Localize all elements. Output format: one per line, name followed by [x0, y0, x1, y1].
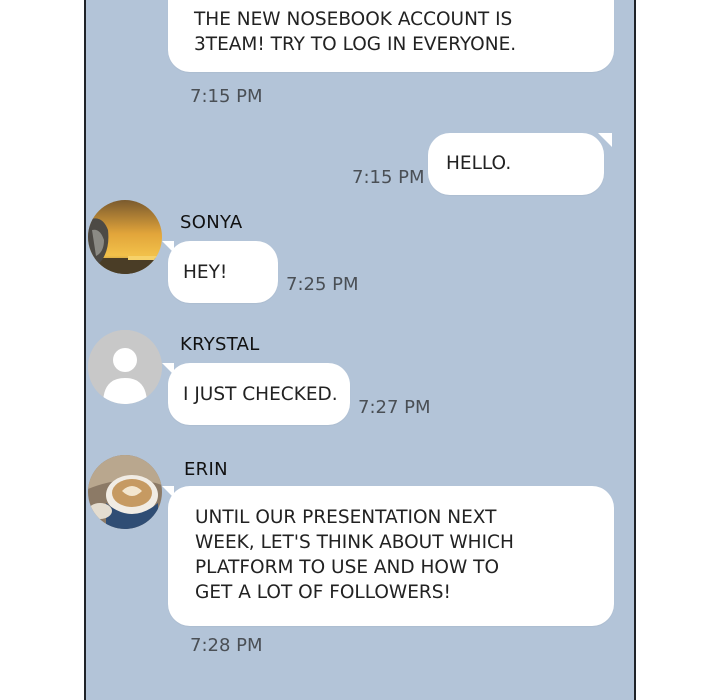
- message-text: I JUST CHECKED.: [183, 384, 338, 405]
- message-bubble-outgoing[interactable]: HELLO.: [428, 133, 604, 195]
- sender-name: SONYA: [180, 212, 243, 233]
- message-timestamp: 7:28 PM: [190, 635, 263, 656]
- avatar-erin[interactable]: [88, 455, 162, 529]
- sender-name: KRYSTAL: [180, 334, 260, 355]
- message-bubble-erin[interactable]: UNTIL OUR PRESENTATION NEXT WEEK, LET'S …: [168, 486, 614, 626]
- message-bubble-sonya[interactable]: HEY!: [168, 241, 278, 303]
- bubble-tail: [598, 133, 612, 147]
- message-timestamp: 7:25 PM: [286, 274, 359, 295]
- message-bubble-1[interactable]: THE NEW NOSEBOOK ACCOUNT IS 3TEAM! TRY T…: [168, 0, 614, 72]
- message-text: HEY!: [183, 262, 228, 283]
- message-text: UNTIL OUR PRESENTATION NEXT WEEK, LET'S …: [195, 507, 514, 603]
- message-text: THE NEW NOSEBOOK ACCOUNT IS 3TEAM! TRY T…: [194, 9, 517, 55]
- message-timestamp: 7:27 PM: [358, 397, 431, 418]
- sunset-illustration-avatar: [88, 200, 162, 274]
- bubble-tail: [162, 486, 174, 498]
- message-text: HELLO.: [446, 153, 512, 174]
- bubble-tail: [162, 363, 174, 375]
- message-bubble-krystal[interactable]: I JUST CHECKED.: [168, 363, 350, 425]
- chat-window: THE NEW NOSEBOOK ACCOUNT IS 3TEAM! TRY T…: [84, 0, 636, 700]
- bubble-tail: [162, 241, 174, 253]
- avatar-krystal[interactable]: [88, 330, 162, 404]
- avatar-sonya[interactable]: [88, 200, 162, 274]
- default-user-silhouette-icon: [88, 330, 162, 404]
- sender-name: ERIN: [184, 459, 228, 480]
- message-timestamp: 7:15 PM: [190, 86, 263, 107]
- coffee-cup-avatar: [88, 455, 162, 529]
- message-timestamp: 7:15 PM: [352, 167, 425, 188]
